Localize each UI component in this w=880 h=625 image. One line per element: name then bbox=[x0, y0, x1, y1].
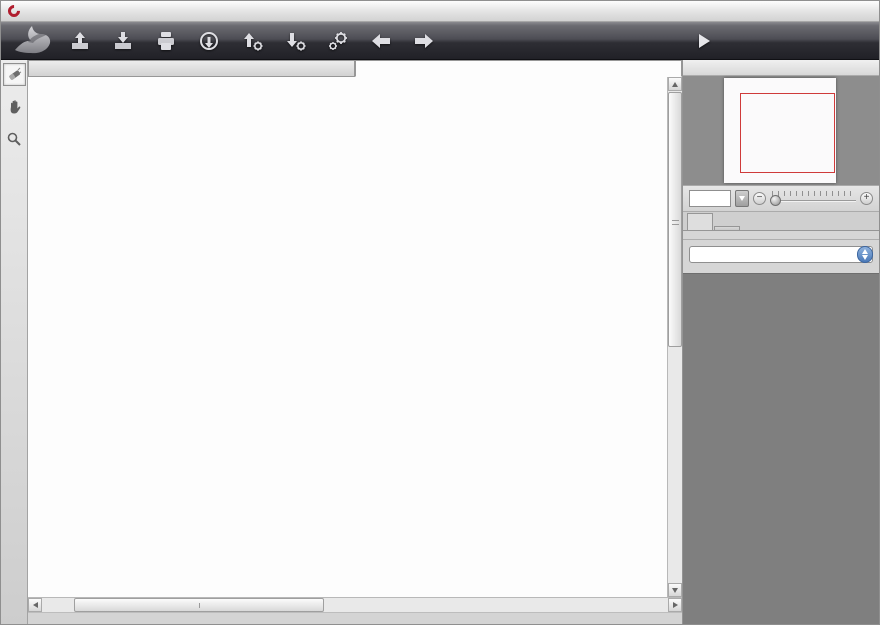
export-settings-button[interactable] bbox=[239, 28, 265, 54]
settings-panel: − + bbox=[682, 60, 879, 624]
undo-button[interactable] bbox=[368, 28, 394, 54]
title-bar bbox=[1, 1, 879, 22]
hand-icon bbox=[6, 99, 22, 115]
main-toolbar bbox=[1, 22, 879, 60]
scroll-down-button[interactable] bbox=[668, 583, 682, 597]
save-button[interactable] bbox=[110, 28, 136, 54]
tab-after[interactable] bbox=[355, 60, 682, 77]
zoom-value-input[interactable] bbox=[689, 190, 731, 207]
magnifier-icon bbox=[6, 131, 22, 147]
zoom-out-button[interactable]: − bbox=[753, 192, 766, 205]
view-tabs bbox=[28, 60, 682, 77]
hint-panel bbox=[683, 273, 879, 624]
tab-drawing[interactable] bbox=[687, 213, 713, 230]
zoom-in-button[interactable]: + bbox=[860, 192, 873, 205]
horizontal-scroll-thumb[interactable] bbox=[74, 598, 324, 612]
horizontal-scrollbar[interactable] bbox=[28, 597, 682, 612]
help-button[interactable] bbox=[787, 28, 813, 54]
share-button[interactable] bbox=[196, 28, 222, 54]
zoom-slider-thumb[interactable] bbox=[770, 195, 781, 206]
parameter-tabs bbox=[683, 212, 879, 231]
scroll-right-button[interactable] bbox=[668, 598, 682, 612]
sketch-image bbox=[28, 77, 667, 597]
navigator[interactable] bbox=[683, 76, 879, 186]
zoom-dropdown-button[interactable] bbox=[735, 190, 749, 207]
checkbox-group bbox=[683, 231, 879, 239]
navigator-title bbox=[683, 60, 879, 76]
app-window: − + bbox=[0, 0, 880, 625]
akvis-app-icon bbox=[6, 3, 23, 20]
vertical-scroll-thumb[interactable] bbox=[668, 92, 682, 347]
vertical-scrollbar[interactable] bbox=[667, 77, 682, 597]
scroll-left-button[interactable] bbox=[28, 598, 42, 612]
akvis-bird-logo-icon bbox=[13, 24, 53, 57]
image-canvas[interactable] bbox=[28, 77, 682, 597]
scroll-up-button[interactable] bbox=[668, 77, 682, 91]
import-settings-button[interactable] bbox=[282, 28, 308, 54]
zoom-controls: − + bbox=[683, 186, 879, 212]
status-bar bbox=[28, 612, 682, 624]
tab-before[interactable] bbox=[28, 60, 355, 77]
eraser-icon bbox=[6, 67, 22, 83]
sketch-tool-button[interactable] bbox=[3, 63, 26, 86]
tab-text[interactable] bbox=[714, 226, 740, 230]
navigator-thumbnail[interactable] bbox=[724, 78, 836, 183]
preferences-button[interactable] bbox=[835, 28, 861, 54]
presets-section bbox=[683, 239, 879, 273]
open-button[interactable] bbox=[67, 28, 93, 54]
run-button[interactable] bbox=[691, 28, 717, 54]
preset-dropdown-spinner[interactable] bbox=[857, 246, 873, 263]
navigator-frame[interactable] bbox=[740, 93, 835, 173]
about-button[interactable] bbox=[739, 28, 765, 54]
batch-processing-button[interactable] bbox=[325, 28, 351, 54]
zoom-slider[interactable] bbox=[770, 191, 856, 207]
print-button[interactable] bbox=[153, 28, 179, 54]
preset-dropdown[interactable] bbox=[689, 246, 873, 263]
tools-sidebar bbox=[1, 60, 28, 624]
redo-button[interactable] bbox=[411, 28, 437, 54]
hand-tool-button[interactable] bbox=[3, 95, 26, 118]
zoom-tool-button[interactable] bbox=[3, 127, 26, 150]
